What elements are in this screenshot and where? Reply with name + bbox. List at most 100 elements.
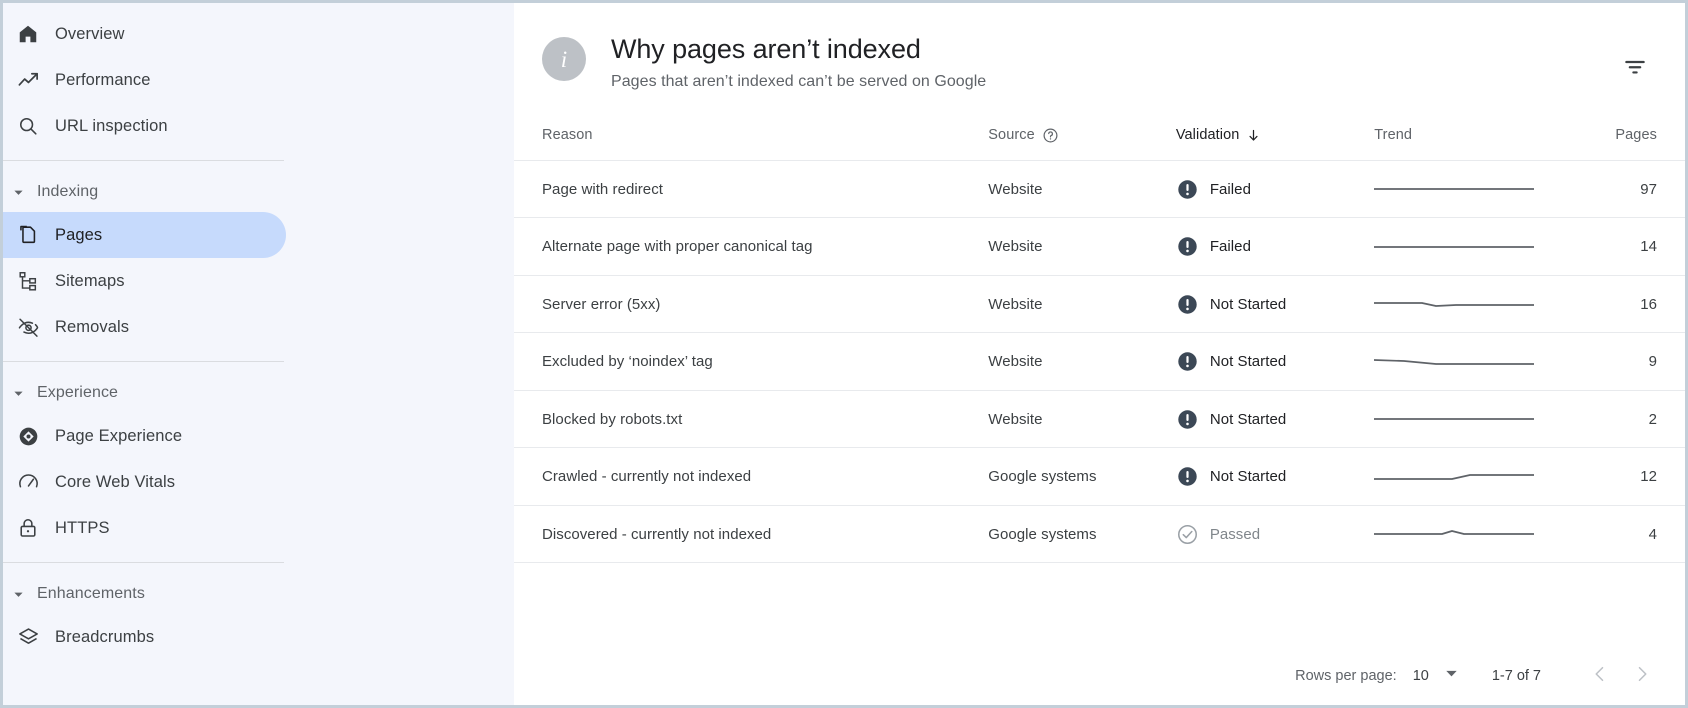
sidebar-group-experience[interactable]: Experience [3,373,514,413]
validation-status-text: Not Started [1209,468,1287,485]
caret-down-icon [7,181,29,203]
cell-pages: 9 [1575,332,1685,391]
pages-count: 16 [1640,295,1657,313]
cell-reason: Discovered - currently not indexed [514,505,989,564]
table-row[interactable]: Page with redirect Website Failed 97 [514,160,1685,219]
caret-down-icon [1445,667,1458,685]
cell-reason: Page with redirect [514,160,989,219]
sidebar-item-performance[interactable]: Performance [3,57,286,103]
cell-pages: 4 [1575,505,1685,564]
sidebar-divider [3,361,284,362]
search-icon [15,113,41,139]
validation-status-text: Not Started [1209,410,1287,428]
cell-reason: Excluded by ‘noindex’ tag [514,332,989,391]
cell-source: Website [988,390,1176,449]
page-subtitle: Pages that aren’t indexed can’t be serve… [611,72,987,90]
reason-text: Crawled - currently not indexed [542,468,752,485]
reason-text: Excluded by ‘noindex’ tag [542,353,713,370]
trend-sparkline [1374,302,1535,307]
validation-status-text: Failed [1209,180,1251,198]
pagination-footer: Rows per page: 10 1-7 of 7 [514,647,1685,705]
cell-source: Google systems [988,505,1176,564]
sidebar-item-label: Breadcrumbs [55,627,155,646]
table-header: Reason Source Validation Trend Pages [514,116,1685,161]
next-page-button[interactable] [1621,655,1663,697]
table-row[interactable]: Crawled - currently not indexed Google s… [514,447,1685,506]
status-error-icon [1176,235,1199,258]
status-passed-icon [1176,523,1199,546]
sidebar-group-label: Experience [37,384,119,401]
sidebar-item-label: Removals [55,317,130,336]
cell-validation: Not Started [1175,447,1375,506]
sidebar-item-label: HTTPS [55,518,110,537]
sidebar-item-label: URL inspection [55,116,168,135]
card-header: i Why pages aren’t indexed Pages that ar… [514,3,1685,91]
cell-reason: Server error (5xx) [514,275,989,334]
table-row[interactable]: Blocked by robots.txt Website Not Starte… [514,390,1685,449]
column-header-pages[interactable]: Pages [1575,116,1685,161]
cell-source: Website [988,160,1176,219]
layers-icon [15,624,41,650]
status-error-icon [1176,350,1199,373]
column-header-reason[interactable]: Reason [514,116,989,161]
sidebar-group-enhancements[interactable]: Enhancements [3,574,514,614]
sidebar-item-overview[interactable]: Overview [3,11,286,57]
sidebar-item-label: Core Web Vitals [55,472,176,491]
sidebar-item-https[interactable]: HTTPS [3,505,286,551]
table-row[interactable]: Discovered - currently not indexed Googl… [514,505,1685,564]
column-header-validation[interactable]: Validation [1175,116,1375,161]
cell-trend [1374,390,1576,449]
sidebar-item-page-experience[interactable]: Page Experience [3,413,286,459]
table-row[interactable]: Server error (5xx) Website Not Started 1… [514,275,1685,334]
page-title: Why pages aren’t indexed [611,34,921,64]
reason-text: Server error (5xx) [542,295,661,313]
sidebar-item-removals[interactable]: Removals [3,304,286,350]
sidebar-item-label: Page Experience [55,426,183,445]
cell-validation: Failed [1175,160,1375,219]
table-row[interactable]: Excluded by ‘noindex’ tag Website Not St… [514,332,1685,391]
chevron-left-icon [1590,664,1610,689]
pages-count: 9 [1648,353,1657,370]
pages-count: 14 [1640,238,1657,255]
column-header-reason-label: Reason [542,127,593,144]
page-experience-icon [15,423,41,449]
sidebar-item-breadcrumbs[interactable]: Breadcrumbs [3,614,286,660]
speedometer-icon [15,469,41,495]
app-window: Overview Performance URL inspection Inde… [0,0,1688,708]
chevron-right-icon [1632,664,1652,689]
source-text: Website [988,353,1043,370]
caret-down-icon [7,382,29,404]
reason-text: Alternate page with proper canonical tag [542,238,813,255]
sidebar-item-core-web-vitals[interactable]: Core Web Vitals [3,459,286,505]
column-header-source[interactable]: Source [988,116,1176,161]
filter-icon [1622,54,1648,85]
cell-reason: Alternate page with proper canonical tag [514,217,989,276]
reason-text: Page with redirect [542,180,663,198]
sidebar-item-pages[interactable]: Pages [3,212,286,258]
source-text: Website [988,180,1043,198]
cell-pages: 16 [1575,275,1685,334]
sidebar-item-label: Overview [55,24,125,43]
column-header-trend[interactable]: Trend [1374,116,1576,161]
cell-trend [1374,505,1576,564]
cell-reason: Blocked by robots.txt [514,390,989,449]
sidebar-navigation: Overview Performance URL inspection Inde… [3,3,514,705]
table-row[interactable]: Alternate page with proper canonical tag… [514,217,1685,276]
previous-page-button[interactable] [1579,655,1621,697]
rows-per-page-select[interactable]: 10 [1413,667,1458,685]
status-error-icon [1176,178,1199,201]
status-error-icon [1176,293,1199,316]
cell-reason: Crawled - currently not indexed [514,447,989,506]
sidebar-divider [3,160,284,161]
lock-icon [15,515,41,541]
sidebar-item-sitemaps[interactable]: Sitemaps [3,258,286,304]
info-icon: i [542,37,586,81]
sort-descending-icon [1246,128,1261,143]
indexing-reasons-table: Reason Source Validation Trend Pages Pag… [514,116,1685,564]
sidebar-item-url-inspection[interactable]: URL inspection [3,103,286,149]
filter-button[interactable] [1615,49,1655,89]
eye-off-icon [15,314,41,340]
sidebar-group-indexing[interactable]: Indexing [3,172,514,212]
cell-validation: Not Started [1175,390,1375,449]
help-icon[interactable] [1042,127,1059,144]
